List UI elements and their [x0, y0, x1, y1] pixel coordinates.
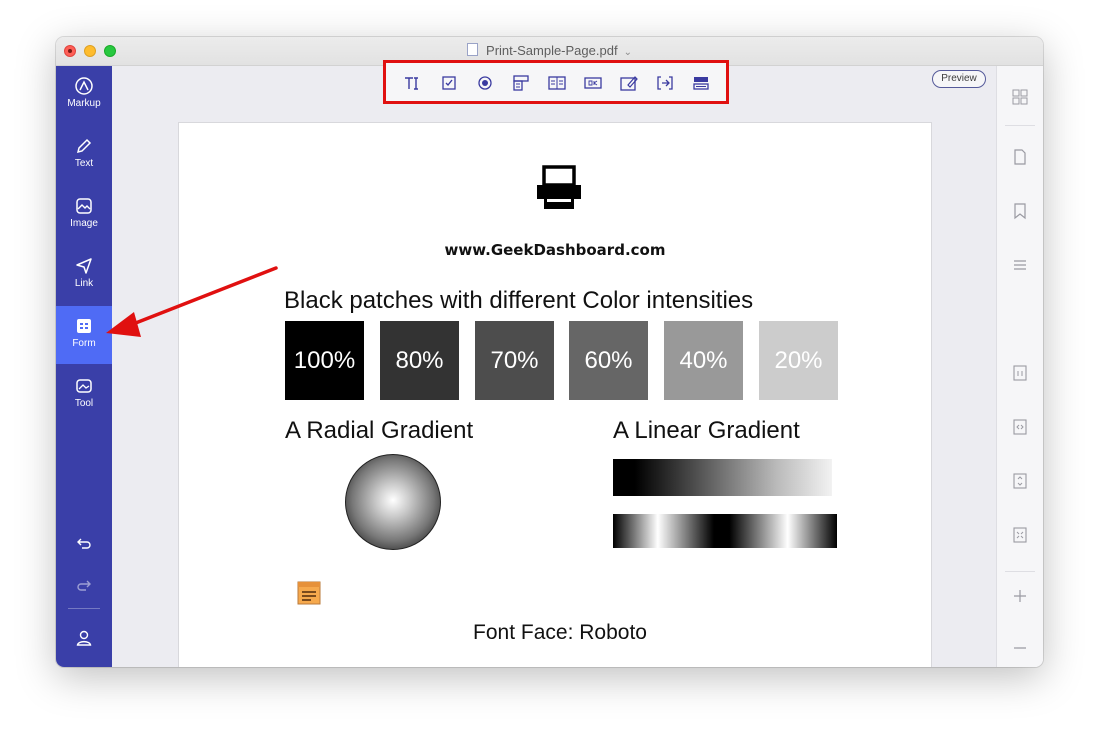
fit-height-icon[interactable]	[1011, 472, 1029, 490]
checkbox-icon[interactable]	[440, 75, 458, 91]
undo-button[interactable]	[56, 528, 112, 558]
zoom-in-icon[interactable]	[1011, 587, 1029, 605]
bookmark-icon[interactable]	[1011, 202, 1029, 220]
redo-icon	[77, 580, 91, 591]
patch-100: 100%	[285, 321, 364, 400]
pdf-file-icon	[467, 43, 479, 56]
font-face-text: Font Face: Roboto	[473, 621, 647, 644]
sidebar-item-label: Form	[72, 338, 96, 349]
user-icon	[76, 630, 92, 646]
app-window: Print-Sample-Page.pdf ⌄ Markup Text Image…	[56, 37, 1043, 667]
sticky-note-icon[interactable]	[297, 581, 321, 605]
right-sidebar-divider	[1005, 125, 1035, 126]
patch-40: 40%	[664, 321, 743, 400]
text-field-icon[interactable]	[404, 75, 422, 91]
radial-gradient-circle	[345, 454, 441, 550]
sidebar-item-text[interactable]: Text	[56, 126, 112, 184]
patch-70: 70%	[475, 321, 554, 400]
document-title[interactable]: Print-Sample-Page.pdf ⌄	[56, 43, 1043, 58]
sidebar-item-markup[interactable]: Markup	[56, 66, 112, 124]
page-icon[interactable]	[1011, 148, 1029, 166]
combo-box-icon[interactable]	[512, 75, 530, 91]
patch-80: 80%	[380, 321, 459, 400]
redo-button[interactable]	[56, 570, 112, 600]
patches-heading: Black patches with different Color inten…	[284, 287, 754, 314]
sidebar-item-label: Link	[74, 278, 94, 289]
actual-size-icon[interactable]	[1011, 364, 1029, 382]
signature-field-icon[interactable]	[620, 75, 638, 91]
linear-gradient-bar	[613, 459, 832, 496]
right-sidebar	[996, 66, 1043, 667]
printer-icon	[537, 165, 581, 209]
sidebar-item-tool[interactable]: Tool	[56, 366, 112, 424]
sidebar-item-link[interactable]: Link	[56, 246, 112, 304]
link-send-icon	[76, 258, 92, 274]
sidebar-divider	[68, 608, 100, 609]
sidebar-item-label: Tool	[74, 398, 94, 409]
sidebar-item-label: Text	[74, 158, 94, 169]
sidebar-item-label: Image	[70, 218, 98, 229]
website-url: www.GeekDashboard.com	[444, 241, 666, 259]
linear-gradient-title: A Linear Gradient	[613, 417, 800, 444]
sidebar-item-form[interactable]: Form	[56, 306, 112, 364]
sidebar-item-image[interactable]: Image	[56, 186, 112, 244]
patch-20: 20%	[759, 321, 838, 400]
undo-icon	[77, 538, 91, 549]
form-icon	[77, 319, 91, 333]
radial-gradient-title: A Radial Gradient	[285, 417, 474, 444]
button-icon[interactable]	[584, 75, 602, 91]
left-sidebar: Markup Text Image Link Form Tool	[56, 66, 112, 667]
pencil-icon	[76, 138, 92, 154]
list-box-icon[interactable]	[548, 75, 566, 91]
right-sidebar-divider	[1005, 571, 1035, 572]
image-icon	[76, 198, 92, 214]
document-title-text: Print-Sample-Page.pdf	[486, 43, 618, 58]
account-button[interactable]	[56, 622, 112, 652]
sidebar-item-label: Markup	[67, 98, 101, 109]
patch-60: 60%	[569, 321, 648, 400]
fit-width-icon[interactable]	[1011, 418, 1029, 436]
align-icon[interactable]	[656, 75, 674, 91]
more-forms-icon[interactable]	[692, 75, 710, 91]
chevron-down-icon: ⌄	[623, 47, 632, 58]
fit-page-icon[interactable]	[1011, 526, 1029, 544]
outline-icon[interactable]	[1011, 256, 1029, 274]
zoom-out-icon[interactable]	[1011, 639, 1029, 657]
form-toolbar	[383, 60, 729, 104]
markup-icon	[75, 77, 93, 95]
toolbox-icon	[76, 379, 92, 393]
thumbnails-icon[interactable]	[1011, 88, 1029, 106]
radio-button-icon[interactable]	[476, 75, 494, 91]
preview-button[interactable]: Preview	[932, 70, 986, 88]
pdf-page[interactable]: www.GeekDashboard.com Black patches with…	[178, 122, 932, 667]
document-canvas[interactable]: www.GeekDashboard.com Black patches with…	[112, 94, 996, 667]
banded-gradient-bar	[613, 514, 837, 548]
